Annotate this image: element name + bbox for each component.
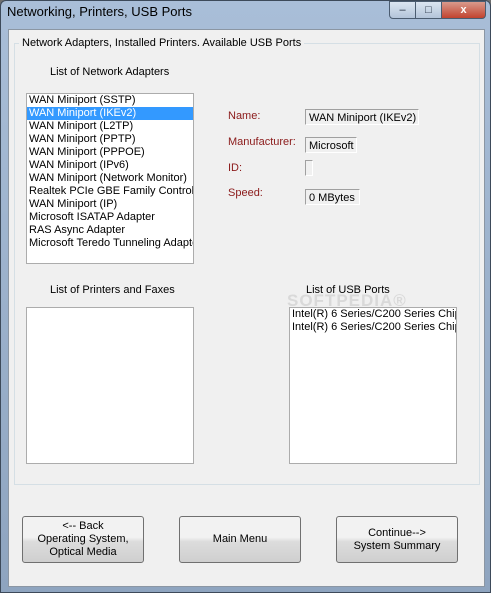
client-area: Network Adapters, Installed Printers. Av… <box>8 29 485 587</box>
network-adapter-item[interactable]: RAS Async Adapter <box>27 224 193 237</box>
manufacturer-label: Manufacturer: <box>228 136 296 148</box>
usb-ports-header: List of USB Ports <box>306 284 390 296</box>
main-menu-button[interactable]: Main Menu <box>179 516 301 563</box>
network-adapter-item[interactable]: WAN Miniport (Network Monitor) <box>27 172 193 185</box>
network-adapter-item[interactable]: WAN Miniport (IKEv2) <box>27 107 193 120</box>
group-legend: Network Adapters, Installed Printers. Av… <box>19 37 305 49</box>
name-label: Name: <box>228 110 261 122</box>
manufacturer-field: Microsoft <box>305 137 357 153</box>
back-button[interactable]: <-- Back Operating System, Optical Media <box>22 516 144 563</box>
printers-list[interactable] <box>26 307 194 464</box>
network-adapter-item[interactable]: WAN Miniport (IP) <box>27 198 193 211</box>
network-adapter-item[interactable]: WAN Miniport (PPPOE) <box>27 146 193 159</box>
speed-label: Speed: <box>228 187 263 199</box>
network-adapter-item[interactable]: WAN Miniport (PPTP) <box>27 133 193 146</box>
name-field: WAN Miniport (IKEv2) <box>305 109 419 125</box>
usb-port-item[interactable]: Intel(R) 6 Series/C200 Series Chipset <box>290 321 456 334</box>
network-adapter-item[interactable]: Microsoft ISATAP Adapter <box>27 211 193 224</box>
network-adapter-item[interactable]: Realtek PCIe GBE Family Controller <box>27 185 193 198</box>
network-adapters-header: List of Network Adapters <box>50 66 170 78</box>
maximize-button[interactable]: □ <box>415 1 442 19</box>
usb-port-item[interactable]: Intel(R) 6 Series/C200 Series Chipset <box>290 308 456 321</box>
close-button[interactable]: x <box>441 1 486 19</box>
usb-ports-list[interactable]: Intel(R) 6 Series/C200 Series ChipsetInt… <box>289 307 457 464</box>
maximize-icon: □ <box>425 4 432 16</box>
id-label: ID: <box>228 162 243 174</box>
network-adapter-item[interactable]: WAN Miniport (SSTP) <box>27 94 193 107</box>
continue-button[interactable]: Continue--> System Summary <box>336 516 458 563</box>
id-field <box>305 160 313 176</box>
minimize-button[interactable]: ‒ <box>389 1 416 19</box>
network-adapter-item[interactable]: WAN Miniport (IPv6) <box>27 159 193 172</box>
network-adapters-list[interactable]: WAN Miniport (SSTP) WAN Miniport (IKEv2) W… <box>26 93 194 264</box>
minimize-icon: ‒ <box>399 4 406 16</box>
printers-header: List of Printers and Faxes <box>50 284 175 296</box>
network-adapter-item[interactable]: Microsoft Teredo Tunneling Adapter <box>27 237 193 250</box>
app-window: Networking, Printers, USB Ports ‒ □ x Ne… <box>0 0 491 593</box>
close-icon: x <box>460 4 467 16</box>
speed-field: 0 MBytes <box>305 189 360 205</box>
window-title: Networking, Printers, USB Ports <box>7 4 192 19</box>
network-adapter-item[interactable]: WAN Miniport (L2TP) <box>27 120 193 133</box>
